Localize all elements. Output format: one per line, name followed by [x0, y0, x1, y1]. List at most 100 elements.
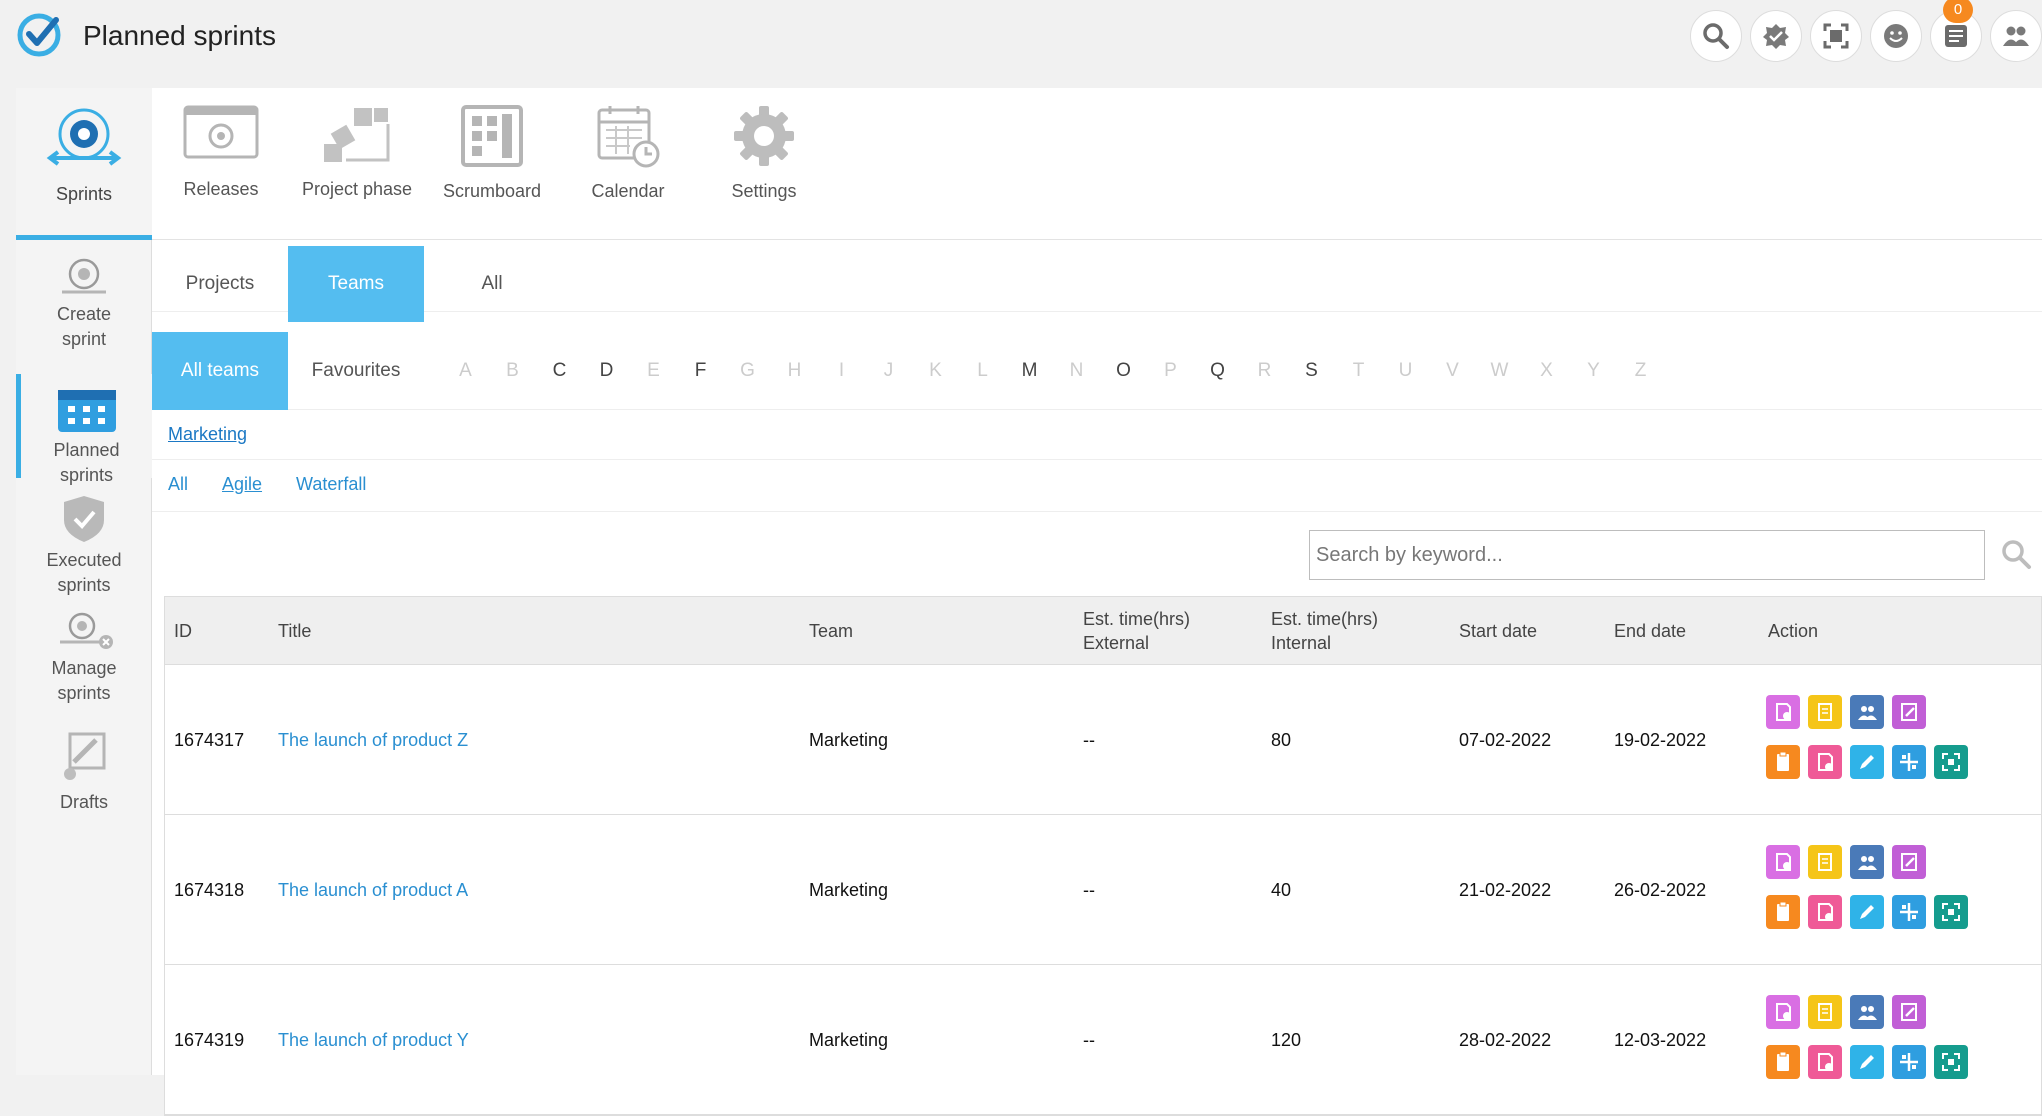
- capture-icon[interactable]: [1934, 895, 1968, 929]
- letter-filter-d[interactable]: D: [583, 360, 630, 382]
- letter-filter-f[interactable]: F: [677, 360, 724, 382]
- screen-capture-icon[interactable]: [1810, 10, 1862, 62]
- notes-icon[interactable]: [1808, 695, 1842, 729]
- grid-icon[interactable]: [1892, 1045, 1926, 1079]
- assign-team-icon[interactable]: [1850, 695, 1884, 729]
- sidebar-item-label: Sprints: [55, 184, 113, 204]
- review-icon[interactable]: [1892, 995, 1926, 1029]
- module-toolbar: Releases Project phase Scrumboard Calend…: [152, 88, 2042, 240]
- capture-icon[interactable]: [1934, 1045, 1968, 1079]
- letter-filter-i: I: [838, 360, 845, 381]
- gear-icon: [734, 106, 794, 166]
- toolbar-item-releases[interactable]: Releases: [153, 104, 289, 200]
- cell-start-date: 28-02-2022: [1459, 1029, 1552, 1050]
- grid-icon[interactable]: [1892, 745, 1926, 779]
- letter-filter-h: H: [787, 360, 802, 381]
- cell-id: 1674318: [174, 879, 245, 900]
- table-row: 1674317 The launch of product Z Marketing -…: [165, 665, 2041, 815]
- cell-start-date: 07-02-2022: [1459, 729, 1552, 750]
- cell-title-link[interactable]: The launch of product Z: [278, 665, 468, 815]
- tab-all[interactable]: All: [424, 246, 560, 322]
- clipboard-icon[interactable]: [1766, 895, 1800, 929]
- page-title: Planned sprints: [83, 20, 277, 51]
- method-waterfall-link[interactable]: Waterfall: [296, 474, 366, 495]
- sidebar-item-sprints[interactable]: Sprints: [16, 88, 152, 240]
- filter-all-teams[interactable]: All teams: [152, 332, 288, 410]
- tab-teams[interactable]: Teams: [288, 246, 424, 322]
- search-input[interactable]: Search by keyword...: [1309, 530, 1985, 580]
- method-agile-link[interactable]: Agile: [222, 474, 262, 495]
- team-link-marketing[interactable]: Marketing: [168, 424, 247, 445]
- users-icon[interactable]: [1990, 10, 2042, 62]
- review-icon[interactable]: [1892, 845, 1926, 879]
- grid-icon[interactable]: [1892, 895, 1926, 929]
- letter-filter-c[interactable]: C: [536, 360, 583, 382]
- cell-title-link[interactable]: The launch of product Y: [278, 965, 469, 1115]
- col-est-internal: Est. time(hrs) Internal: [1271, 597, 1378, 665]
- col-team: Team: [809, 621, 854, 641]
- drafts-icon: [64, 732, 106, 780]
- sidebar-item-planned-sprints[interactable]: Planned sprints: [16, 374, 152, 485]
- view-details-icon[interactable]: [1766, 995, 1800, 1029]
- report-icon[interactable]: [1808, 745, 1842, 779]
- app-logo-icon[interactable]: [16, 12, 62, 58]
- left-sidebar: Sprints Create sprint Planned sprints Ex…: [16, 88, 152, 1075]
- letter-filter-t: T: [1352, 360, 1365, 381]
- report-icon[interactable]: [1808, 895, 1842, 929]
- assign-team-icon[interactable]: [1850, 995, 1884, 1029]
- view-tabs: Projects Teams All: [152, 246, 2042, 322]
- row-actions: [1766, 695, 1986, 795]
- toolbar-item-settings[interactable]: Settings: [696, 104, 832, 202]
- sidebar-item-drafts[interactable]: Drafts: [16, 730, 152, 830]
- sidebar-item-manage-sprints[interactable]: Manage sprints: [16, 608, 152, 708]
- filter-favourites[interactable]: Favourites: [288, 332, 424, 410]
- cell-est-internal: 40: [1271, 879, 1292, 900]
- sidebar-item-label: sprint: [61, 329, 106, 349]
- create-sprint-icon: [62, 258, 106, 294]
- review-icon[interactable]: [1892, 695, 1926, 729]
- method-all-link[interactable]: All: [168, 474, 188, 495]
- sidebar-item-executed-sprints[interactable]: Executed sprints: [16, 494, 152, 595]
- col-id: ID: [174, 621, 192, 641]
- letter-filter-s[interactable]: S: [1288, 360, 1335, 382]
- edit-icon[interactable]: [1850, 895, 1884, 929]
- letter-filter-z: Z: [1634, 360, 1647, 381]
- notes-icon[interactable]: 0: [1930, 0, 1982, 62]
- notes-icon[interactable]: [1808, 845, 1842, 879]
- sidebar-item-create-sprint[interactable]: Create sprint: [16, 254, 152, 362]
- team-breadcrumb-row: Marketing: [152, 410, 2042, 460]
- assign-team-icon[interactable]: [1850, 845, 1884, 879]
- search-icon[interactable]: [1690, 10, 1742, 62]
- tab-projects[interactable]: Projects: [152, 246, 288, 322]
- sidebar-item-label: Create: [56, 304, 112, 324]
- toolbar-item-calendar[interactable]: Calendar: [560, 104, 696, 202]
- cell-est-internal: 80: [1271, 729, 1292, 750]
- cell-id: 1674319: [174, 1029, 245, 1050]
- table-row: 1674319 The launch of product Y Marketing -…: [165, 965, 2041, 1115]
- toolbar-item-label: Project phase: [301, 179, 413, 199]
- check-badge-icon[interactable]: [1750, 10, 1802, 62]
- releases-icon: [183, 105, 259, 159]
- cell-title-link[interactable]: The launch of product A: [278, 815, 468, 965]
- edit-icon[interactable]: [1850, 745, 1884, 779]
- cell-end-date: 12-03-2022: [1614, 1029, 1707, 1050]
- report-icon[interactable]: [1808, 1045, 1842, 1079]
- clipboard-icon[interactable]: [1766, 1045, 1800, 1079]
- toolbar-item-scrumboard[interactable]: Scrumboard: [424, 104, 560, 202]
- cell-est-internal: 120: [1271, 1029, 1302, 1050]
- search-icon[interactable]: [2000, 538, 2032, 570]
- letter-filter-m[interactable]: M: [1006, 360, 1053, 382]
- smiley-icon[interactable]: [1870, 10, 1922, 62]
- notes-icon[interactable]: [1808, 995, 1842, 1029]
- toolbar-item-project-phase[interactable]: Project phase: [289, 104, 425, 200]
- letter-filter-n: N: [1069, 360, 1084, 381]
- view-details-icon[interactable]: [1766, 845, 1800, 879]
- capture-icon[interactable]: [1934, 745, 1968, 779]
- view-details-icon[interactable]: [1766, 695, 1800, 729]
- cell-team: Marketing: [809, 1029, 889, 1050]
- letter-filter-b: B: [506, 360, 519, 381]
- letter-filter-o[interactable]: O: [1100, 360, 1147, 382]
- letter-filter-q[interactable]: Q: [1194, 360, 1241, 382]
- clipboard-icon[interactable]: [1766, 745, 1800, 779]
- edit-icon[interactable]: [1850, 1045, 1884, 1079]
